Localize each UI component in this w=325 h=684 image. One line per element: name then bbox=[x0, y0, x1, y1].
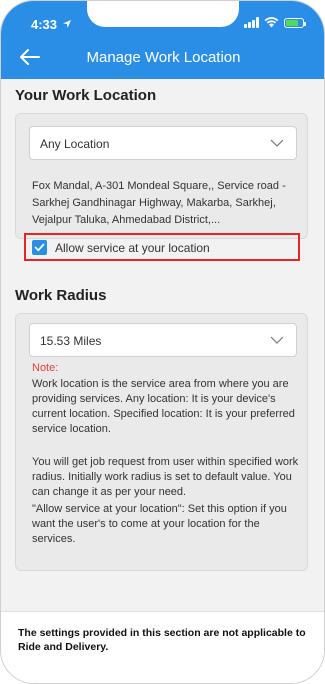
chevron-down-icon bbox=[270, 139, 284, 147]
note-label: Note: bbox=[32, 362, 59, 374]
phone-frame: 4:33 Manage Work Location Your Work Loca… bbox=[0, 0, 325, 684]
page-title: Manage Work Location bbox=[86, 49, 241, 66]
allow-service-label: Allow service at your location bbox=[55, 241, 210, 255]
work-radius-heading: Work Radius bbox=[15, 287, 107, 304]
status-icons bbox=[244, 17, 306, 28]
note-paragraph: "Allow service at your location": Set th… bbox=[32, 503, 287, 545]
footer-notice: The settings provided in this section ar… bbox=[18, 627, 306, 653]
work-address: Fox Mandal, A-301 Mondeal Square,, Servi… bbox=[32, 180, 286, 226]
note-paragraph: You will get job request from user withi… bbox=[32, 456, 299, 498]
signal-icon bbox=[244, 17, 259, 28]
allow-service-checkbox[interactable] bbox=[32, 240, 47, 255]
note-paragraph: Work location is the service area from w… bbox=[32, 378, 295, 435]
location-arrow-icon bbox=[63, 20, 71, 28]
allow-service-checkbox-row[interactable]: Allow service at your location bbox=[24, 233, 300, 261]
device-notch bbox=[87, 1, 239, 27]
work-location-card: Any Location Fox Mandal, A-301 Mondeal S… bbox=[15, 113, 308, 261]
location-type-dropdown[interactable]: Any Location bbox=[29, 126, 297, 160]
app-header: 4:33 Manage Work Location bbox=[1, 1, 324, 79]
battery-icon bbox=[284, 17, 306, 28]
work-radius-card: 15.53 Miles Note: Work location is the s… bbox=[15, 313, 308, 571]
location-type-value: Any Location bbox=[40, 137, 110, 151]
footer: The settings provided in this section ar… bbox=[1, 611, 324, 683]
work-radius-value: 15.53 Miles bbox=[40, 334, 102, 348]
wifi-icon bbox=[264, 17, 279, 28]
chevron-down-icon bbox=[270, 336, 284, 344]
checkmark-icon bbox=[34, 243, 45, 252]
work-location-heading: Your Work Location bbox=[15, 87, 157, 104]
status-time: 4:33 bbox=[31, 17, 58, 32]
work-radius-dropdown[interactable]: 15.53 Miles bbox=[29, 323, 297, 357]
